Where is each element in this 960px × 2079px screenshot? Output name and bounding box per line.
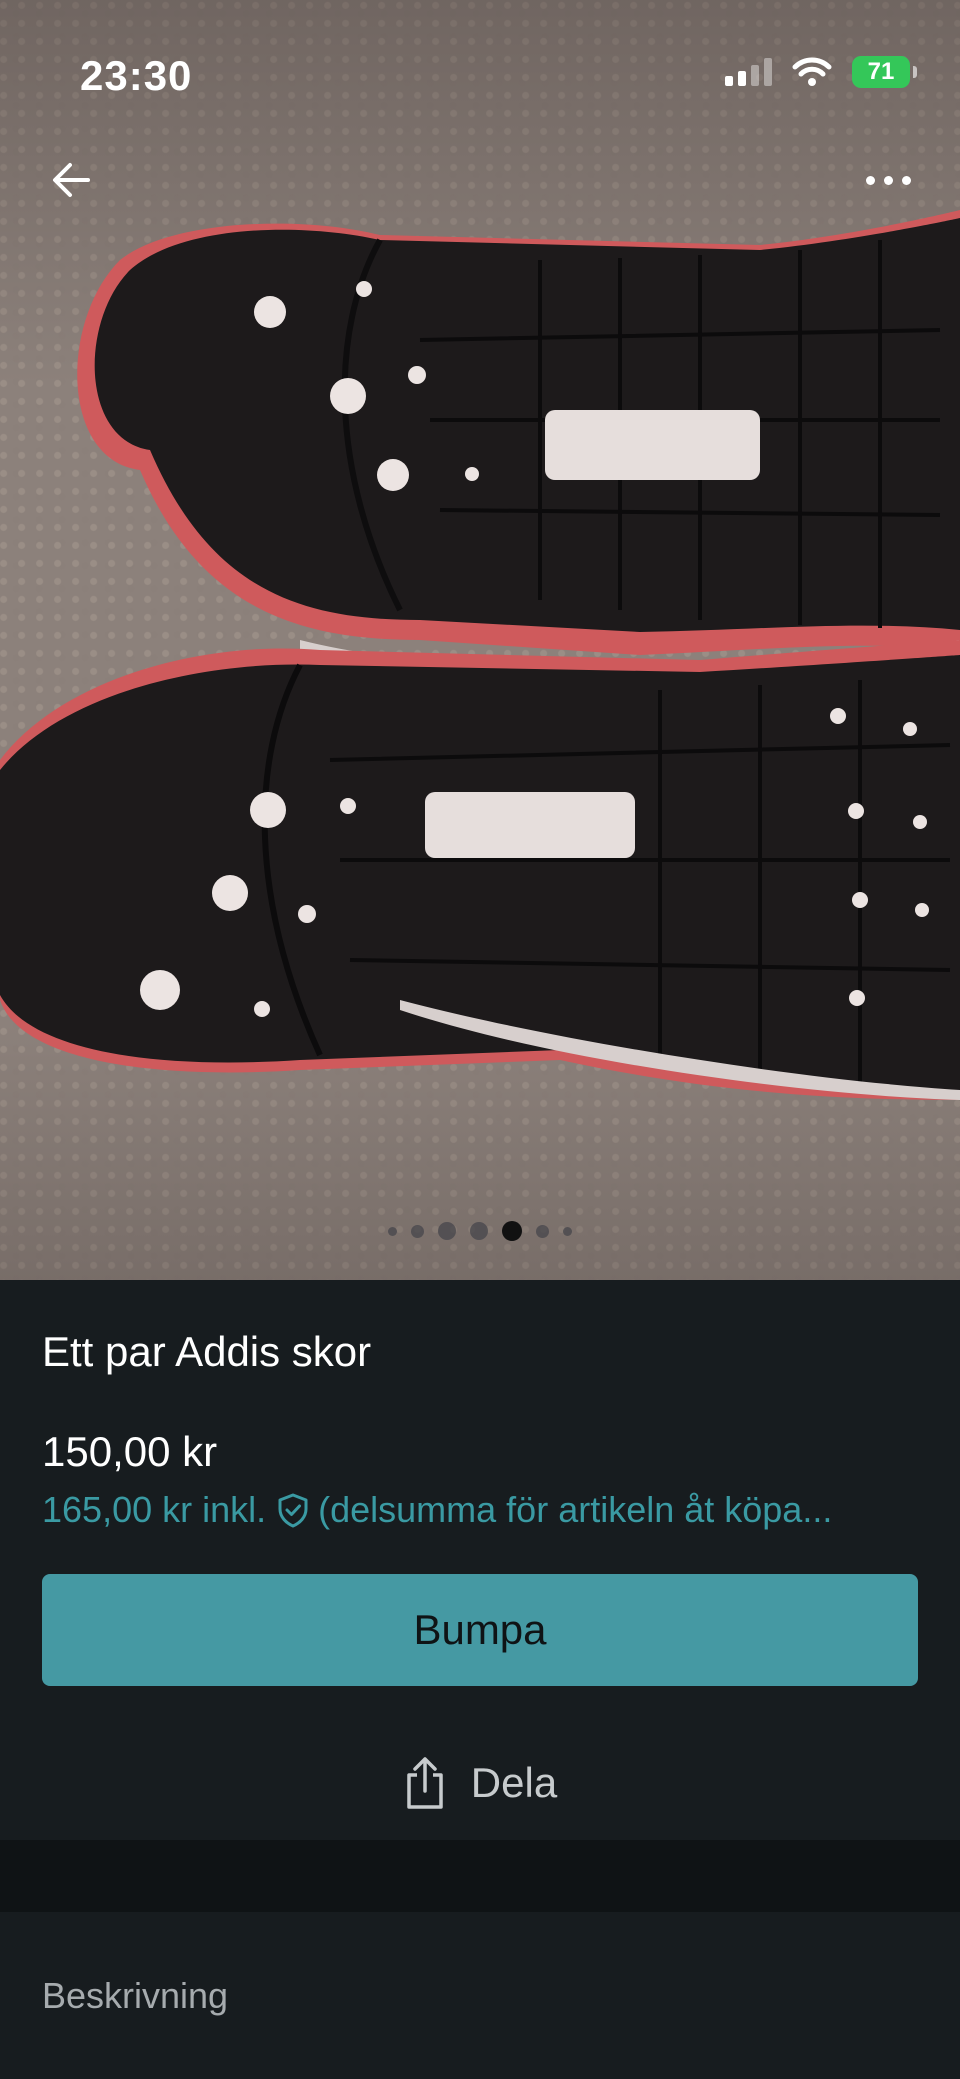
item-price: 150,00 kr xyxy=(42,1428,218,1475)
battery-icon: 71 xyxy=(852,56,917,88)
share-button[interactable]: Dela xyxy=(380,1748,580,1818)
battery-level: 71 xyxy=(867,58,895,85)
lower-shoe-sole xyxy=(0,640,960,1100)
bump-button[interactable]: Bumpa xyxy=(42,1574,918,1686)
pager-dot[interactable] xyxy=(388,1226,397,1236)
pager-dot-active[interactable] xyxy=(502,1221,522,1241)
pager-dot[interactable] xyxy=(470,1222,488,1240)
back-button[interactable] xyxy=(44,152,100,208)
photo-pager[interactable] xyxy=(0,1221,960,1241)
shoe-soles-image xyxy=(0,210,960,1100)
cellular-signal-icon xyxy=(725,58,772,86)
price-incl-note: (delsumma för artikeln åt köpa... xyxy=(318,1489,833,1530)
price-incl-amount: 165,00 kr inkl. xyxy=(42,1489,267,1530)
item-title: Ett par Addis skor xyxy=(42,1328,372,1375)
pager-dot[interactable] xyxy=(536,1224,549,1238)
product-photo[interactable]: 23:30 71 xyxy=(0,0,960,1280)
status-indicators: 71 xyxy=(725,56,917,88)
pager-dot[interactable] xyxy=(438,1222,456,1240)
price-incl-protection-link[interactable]: 165,00 kr inkl. (delsumma för artikeln å… xyxy=(42,1488,922,1532)
wifi-icon xyxy=(792,57,832,86)
share-label: Dela xyxy=(470,1759,558,1806)
section-divider xyxy=(0,1840,960,1912)
status-time: 23:30 xyxy=(80,52,193,99)
shield-check-icon xyxy=(278,1493,308,1528)
share-icon xyxy=(407,1757,443,1809)
pager-dot[interactable] xyxy=(411,1224,424,1238)
more-dots-icon xyxy=(865,175,875,185)
upper-shoe-sole xyxy=(77,210,960,685)
arrow-left-icon xyxy=(53,163,90,197)
description-heading: Beskrivning xyxy=(42,1975,229,2016)
more-options-button[interactable] xyxy=(856,160,920,200)
pager-dot[interactable] xyxy=(563,1226,572,1236)
